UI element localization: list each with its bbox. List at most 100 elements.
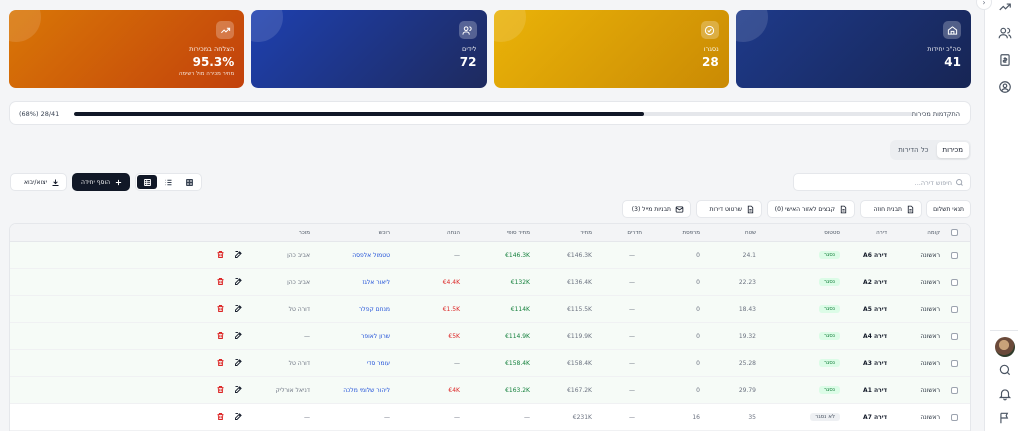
cell-seller: — bbox=[304, 332, 310, 340]
row-checkbox[interactable] bbox=[951, 377, 958, 403]
col-unit: דירה bbox=[876, 229, 887, 236]
cell-unit[interactable]: דירה A1 bbox=[863, 377, 887, 403]
cell-price: €231K bbox=[572, 413, 592, 421]
document-icon bbox=[747, 205, 754, 213]
stat-label: סה"כ יחידות bbox=[927, 45, 961, 53]
table-row[interactable]: ראשונה דירה A2 נסגר 22.23 0 — €136.4K €132K €4.4… bbox=[10, 269, 970, 296]
grid-view-button[interactable] bbox=[137, 175, 158, 189]
row-checkbox[interactable] bbox=[951, 296, 958, 322]
edit-icon[interactable] bbox=[234, 323, 243, 349]
col-seller: מוכר bbox=[298, 229, 310, 236]
add-unit-button[interactable]: הוסף יחידה bbox=[72, 173, 130, 191]
table-header: קומה דירה סטטוס שטח מרפסת חדרים מחיר מחי… bbox=[10, 224, 970, 242]
row-checkbox[interactable] bbox=[951, 404, 958, 430]
table-row[interactable]: ראשונה דירה A3 נסגר 25.28 0 — €158.4K €158.4K — ע… bbox=[10, 350, 970, 377]
list-view-button[interactable] bbox=[158, 175, 178, 189]
row-checkbox[interactable] bbox=[951, 242, 958, 268]
trash-icon[interactable] bbox=[216, 296, 225, 322]
document-icon bbox=[907, 205, 914, 213]
cell-floor: ראשונה bbox=[920, 251, 940, 259]
cell-unit[interactable]: דירה A3 bbox=[863, 350, 887, 376]
payment-terms-button[interactable]: תנאי תשלום bbox=[926, 200, 971, 218]
col-status: סטטוס bbox=[824, 229, 840, 236]
table-row[interactable]: ראשונה דירה A7 לא נסגר 35 16 — €231K — — — — bbox=[10, 404, 970, 431]
col-area: שטח bbox=[744, 229, 756, 236]
cell-price: €167.2K bbox=[567, 386, 592, 394]
trash-icon[interactable] bbox=[216, 404, 225, 430]
cell-buyer[interactable]: שרון לאופר bbox=[361, 323, 390, 349]
edit-icon[interactable] bbox=[234, 350, 243, 376]
mail-icon bbox=[675, 205, 684, 213]
edit-icon[interactable] bbox=[234, 269, 243, 295]
trash-icon[interactable] bbox=[216, 350, 225, 376]
edit-icon[interactable] bbox=[234, 404, 243, 430]
stat-card-total-units: סה"כ יחידות 41 bbox=[735, 10, 971, 88]
table-row[interactable]: ראשונה דירה A4 נסגר 19.32 0 — €119.9K €114.9K €5… bbox=[10, 323, 970, 350]
cell-unit[interactable]: דירה A2 bbox=[863, 269, 887, 295]
personal-files-button[interactable]: קבצים לאזור האישי (0) bbox=[767, 200, 855, 218]
cell-balcony: 0 bbox=[696, 386, 700, 394]
cell-buyer[interactable]: ליאור אלגז bbox=[362, 269, 390, 295]
bell-icon[interactable] bbox=[998, 387, 1012, 401]
stat-value: 41 bbox=[944, 55, 961, 69]
row-checkbox[interactable] bbox=[951, 269, 958, 295]
trash-icon[interactable] bbox=[216, 269, 225, 295]
search-box bbox=[793, 173, 971, 191]
cell-buyer[interactable]: טטמול אלפסה bbox=[352, 242, 390, 268]
search-input[interactable] bbox=[802, 176, 952, 189]
cell-floor: ראשונה bbox=[920, 386, 940, 394]
cell-unit[interactable]: דירה A6 bbox=[863, 242, 887, 268]
trending-up-icon[interactable] bbox=[998, 0, 1012, 14]
select-all-checkbox[interactable] bbox=[951, 224, 958, 241]
row-checkbox[interactable] bbox=[951, 350, 958, 376]
users-icon[interactable] bbox=[998, 26, 1012, 40]
row-checkbox[interactable] bbox=[951, 323, 958, 349]
avatar[interactable] bbox=[995, 337, 1015, 357]
cell-discount: — bbox=[454, 251, 460, 259]
email-templates-button[interactable]: תבניות מייל (3) bbox=[622, 200, 691, 218]
cell-area: 24.1 bbox=[742, 251, 756, 259]
search-icon[interactable] bbox=[998, 363, 1012, 377]
table-row[interactable]: ראשונה דירה A6 נסגר 24.1 0 — €146.3K €146.3K — טט… bbox=[10, 242, 970, 269]
tab-all-units[interactable]: כל הדירות bbox=[892, 142, 934, 158]
edit-icon[interactable] bbox=[234, 242, 243, 268]
cell-status: נסגר bbox=[818, 296, 840, 322]
table-view-button[interactable] bbox=[180, 175, 200, 189]
download-icon bbox=[52, 179, 59, 186]
status-badge: נסגר bbox=[818, 332, 840, 340]
table-row[interactable]: ראשונה דירה A1 נסגר 29.79 0 — €167.2K €163.2K €4… bbox=[10, 377, 970, 404]
contract-template-button[interactable]: תבנית חוזה bbox=[860, 200, 922, 218]
cell-buyer[interactable]: עומר סדי bbox=[367, 350, 390, 376]
sales-table: קומה דירה סטטוס שטח מרפסת חדרים מחיר מחי… bbox=[9, 223, 971, 431]
cell-status: נסגר bbox=[818, 242, 840, 268]
cell-final-price: €114K bbox=[510, 305, 530, 313]
search-icon bbox=[955, 178, 964, 187]
cell-buyer[interactable]: ליהור שלומי מלכה bbox=[343, 377, 390, 403]
cell-unit[interactable]: דירה A4 bbox=[863, 323, 887, 349]
export-import-button[interactable]: יצוא/יבוא bbox=[10, 173, 67, 191]
cell-unit[interactable]: דירה A7 bbox=[863, 404, 887, 430]
trash-icon[interactable] bbox=[216, 242, 225, 268]
edit-icon[interactable] bbox=[234, 377, 243, 403]
unit-plans-button[interactable]: שרטוט דירות bbox=[696, 200, 762, 218]
stat-sub: מחיר מכירה מול רשימה bbox=[178, 71, 235, 77]
cell-buyer[interactable]: מנחם קפלר bbox=[359, 296, 390, 322]
grid-icon bbox=[186, 178, 194, 186]
cell-final-price: €163.2K bbox=[505, 386, 530, 394]
users-icon bbox=[458, 21, 477, 39]
edit-icon[interactable] bbox=[234, 296, 243, 322]
view-toggle bbox=[135, 173, 202, 191]
cell-final-price: €132K bbox=[510, 278, 530, 286]
cell-floor: ראשונה bbox=[920, 332, 940, 340]
cell-unit[interactable]: דירה A5 bbox=[863, 296, 887, 322]
tab-sales[interactable]: מכירות bbox=[936, 142, 969, 158]
dollar-document-icon[interactable] bbox=[998, 53, 1012, 67]
user-circle-icon[interactable] bbox=[998, 80, 1012, 94]
cell-discount: €4.4K bbox=[442, 278, 460, 286]
flag-icon[interactable] bbox=[998, 411, 1012, 425]
table-row[interactable]: ראשונה דירה A5 נסגר 18.43 0 — €115.5K €114K €1.5… bbox=[10, 296, 970, 323]
status-badge: לא נסגר bbox=[810, 413, 840, 421]
trash-icon[interactable] bbox=[216, 323, 225, 349]
contract-template-label: תבנית חוזה bbox=[873, 205, 902, 213]
trash-icon[interactable] bbox=[216, 377, 225, 403]
